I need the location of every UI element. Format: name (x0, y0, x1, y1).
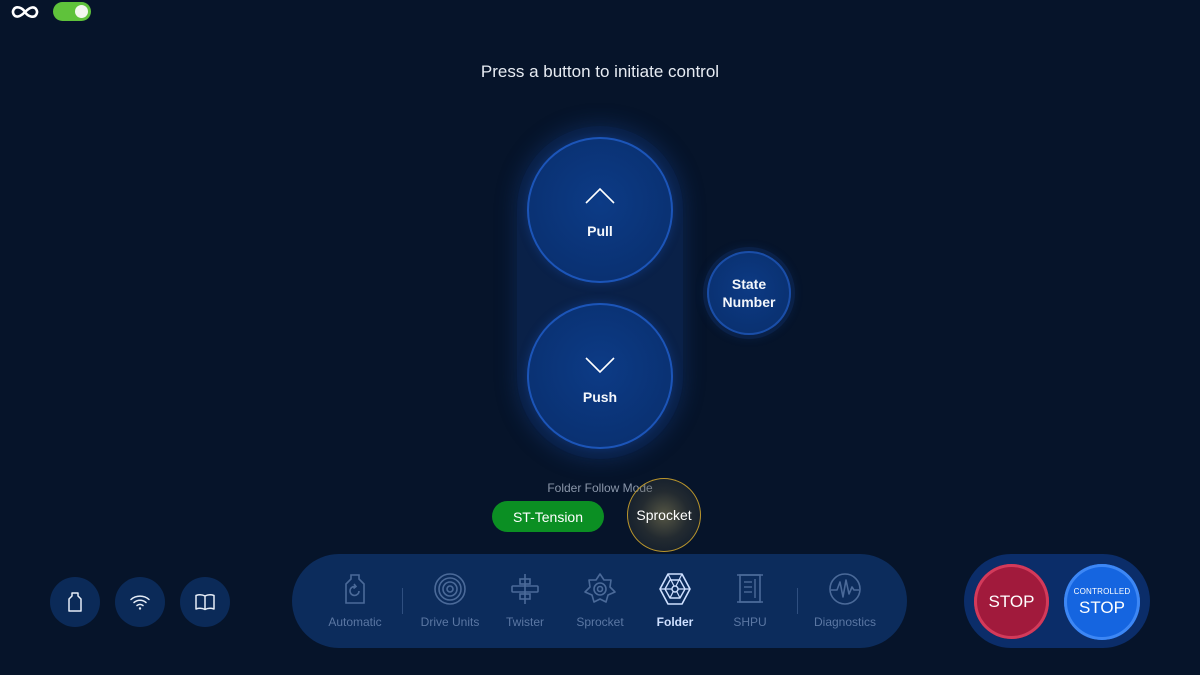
controlled-label: CONTROLLED (1073, 587, 1131, 596)
nav-item-sprocket[interactable]: Sprocket (560, 554, 640, 648)
nav-item-twister[interactable]: Twister (485, 554, 565, 648)
wifi-button[interactable] (115, 577, 165, 627)
follow-mode-label: Folder Follow Mode (547, 481, 653, 495)
state-label-line2: Number (722, 294, 776, 310)
controlled-stop-label: STOP (1079, 598, 1125, 617)
nav-label-diagnostics: Diagnostics (813, 615, 877, 629)
push-label: Push (582, 389, 618, 405)
push-button[interactable]: Push (527, 303, 673, 449)
nav-label-sprocket: Sprocket (576, 615, 624, 629)
diagnostics-icon (829, 573, 861, 605)
controlled-stop-button[interactable]: CONTROLLED STOP (1064, 564, 1140, 640)
stop-button[interactable]: STOP (974, 564, 1049, 639)
bag-icon (68, 592, 82, 612)
nav-item-automatic[interactable]: Automatic (315, 554, 395, 648)
nav-label-folder: Folder (656, 615, 694, 629)
chevron-up-icon (585, 187, 615, 204)
nav-label-twister: Twister (505, 615, 544, 629)
twister-icon (511, 574, 539, 604)
sprocket-option[interactable]: Sprocket (627, 478, 701, 552)
st-tension-option[interactable]: ST-Tension (492, 501, 604, 532)
mode-toggle[interactable] (53, 2, 91, 21)
nav-item-shpu[interactable]: SHPU (710, 554, 790, 648)
nav-separator (797, 588, 798, 614)
state-number-button[interactable]: State Number (707, 251, 791, 335)
nav-label-automatic: Automatic (328, 615, 382, 629)
nav-item-folder[interactable]: Folder (635, 554, 715, 648)
instruction-text: Press a button to initiate control (480, 62, 720, 81)
book-icon (195, 594, 215, 611)
toggle-knob (75, 5, 88, 18)
automatic-icon (345, 574, 365, 604)
shpu-icon (737, 574, 763, 603)
state-label-line1: State (731, 276, 767, 292)
nav-separator (402, 588, 403, 614)
bag-button[interactable] (50, 577, 100, 627)
sprocket-icon (584, 573, 616, 603)
chevron-down-icon (585, 357, 615, 374)
bottom-navigation: Automatic Drive Units Twister Sprocket F… (292, 554, 907, 648)
nav-item-drive-units[interactable]: Drive Units (410, 554, 490, 648)
folder-icon (659, 573, 691, 605)
drive-units-icon (434, 573, 466, 605)
pull-label: Pull (587, 223, 613, 239)
manual-button[interactable] (180, 577, 230, 627)
pull-button[interactable]: Pull (527, 137, 673, 283)
nav-label-shpu: SHPU (733, 615, 767, 629)
nav-label-drive-units: Drive Units (420, 615, 480, 629)
wifi-icon (130, 595, 150, 610)
infinity-logo-icon (11, 6, 39, 18)
nav-item-diagnostics[interactable]: Diagnostics (805, 554, 885, 648)
